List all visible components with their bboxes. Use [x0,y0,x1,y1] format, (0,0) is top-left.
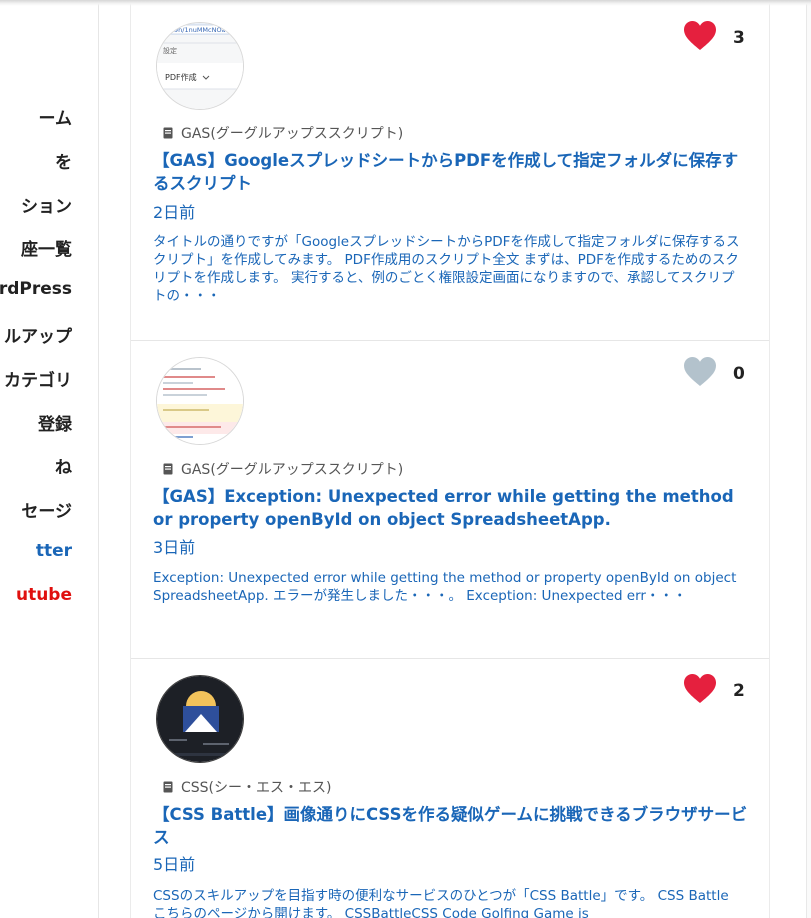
post-card: 2 CSS(シー・エス・エス) 【CSS Battle】画像通りにCSSを作る疑… [131,659,769,918]
scrollbar-track[interactable] [806,0,811,918]
post-thumbnail[interactable] [156,675,244,763]
post-card: 0 GAS(グーグルアップススクリプト) 【GAS】Exception: Une… [131,341,769,659]
post-thumbnail[interactable]: 9n/1nuMMcNOa... 設定 PDF作成 [156,22,244,110]
thumbnail-url-text: 9n/1nuMMcNOa... [174,26,232,34]
post-excerpt[interactable]: Exception: Unexpected error while gettin… [153,569,743,605]
sidebar-item-register[interactable]: 登録 [38,410,72,435]
sidebar-item-wordpress[interactable]: rdPress [0,279,72,299]
post-card: 9n/1nuMMcNOa... 設定 PDF作成 3 GAS(グーグルアップスス… [131,0,769,341]
heart-icon [684,674,716,703]
post-date: 2日前 [153,203,196,222]
category-label: GAS(グーグルアップススクリプト) [181,126,404,142]
sidebar-nav: ーム を ション 座一覧 rdPress ルアップ カテゴリ 登録 ね セージ … [0,0,99,918]
thumbnail-caption: 設定 [163,46,177,55]
like-count: 2 [733,681,745,701]
like-button[interactable]: 0 [683,356,753,396]
post-date: 3日前 [153,538,196,557]
sidebar-item-2[interactable]: を [55,148,72,173]
sidebar-item-youtube[interactable]: utube [16,585,72,605]
sidebar-item-skillup[interactable]: ルアップ [4,322,72,347]
heart-icon [684,21,716,50]
post-thumbnail[interactable] [156,357,244,445]
post-excerpt[interactable]: CSSのスキルアップを目指す時の便利なサービスのひとつが「CSS Battle」… [153,887,743,918]
post-category[interactable]: GAS(グーグルアップススクリプト) [163,123,403,143]
sidebar-item-likes[interactable]: ね [55,453,72,478]
post-feed: 9n/1nuMMcNOa... 設定 PDF作成 3 GAS(グーグルアップスス… [130,0,770,918]
sidebar-item-course-list[interactable]: 座一覧 [21,235,72,260]
top-shadow [0,0,811,6]
like-button[interactable]: 2 [683,673,753,713]
post-title-link[interactable]: 【GAS】Exception: Unexpected error while g… [153,485,753,531]
page: ーム を ション 座一覧 rdPress ルアップ カテゴリ 登録 ね セージ … [0,0,811,918]
book-icon [163,463,173,475]
thumbnail-caption-2: PDF作成 [165,72,197,82]
post-date: 5日前 [153,855,196,874]
sidebar-item-home[interactable]: ーム [39,104,73,129]
sidebar-item-category[interactable]: カテゴリ [4,366,72,391]
post-title-link[interactable]: 【GAS】GoogleスプレッドシートからPDFを作成して指定フォルダに保存する… [153,149,753,195]
heart-icon [684,357,716,386]
book-icon [163,127,173,139]
css-battle-screenshot-icon [157,676,243,762]
book-icon [163,781,173,793]
post-title-link[interactable]: 【CSS Battle】画像通りにCSSを作る疑似ゲームに挑戦できるブラウザサー… [153,803,753,849]
post-category[interactable]: GAS(グーグルアップススクリプト) [163,459,403,479]
sidebar-item-message[interactable]: セージ [21,497,72,522]
category-label: GAS(グーグルアップススクリプト) [181,462,404,478]
category-label: CSS(シー・エス・エス) [181,780,332,796]
sidebar-item-twitter[interactable]: tter [36,541,72,561]
sidebar-item-3[interactable]: ション [21,192,72,217]
like-count: 0 [733,364,745,384]
error-log-screenshot-icon [157,358,243,444]
like-button[interactable]: 3 [683,20,753,60]
post-excerpt[interactable]: タイトルの通りですが「GoogleスプレッドシートからPDFを作成して指定フォル… [153,233,743,305]
post-category[interactable]: CSS(シー・エス・エス) [163,777,331,797]
like-count: 3 [733,28,745,48]
pdf-settings-screenshot-icon: 9n/1nuMMcNOa... 設定 PDF作成 [157,23,243,109]
